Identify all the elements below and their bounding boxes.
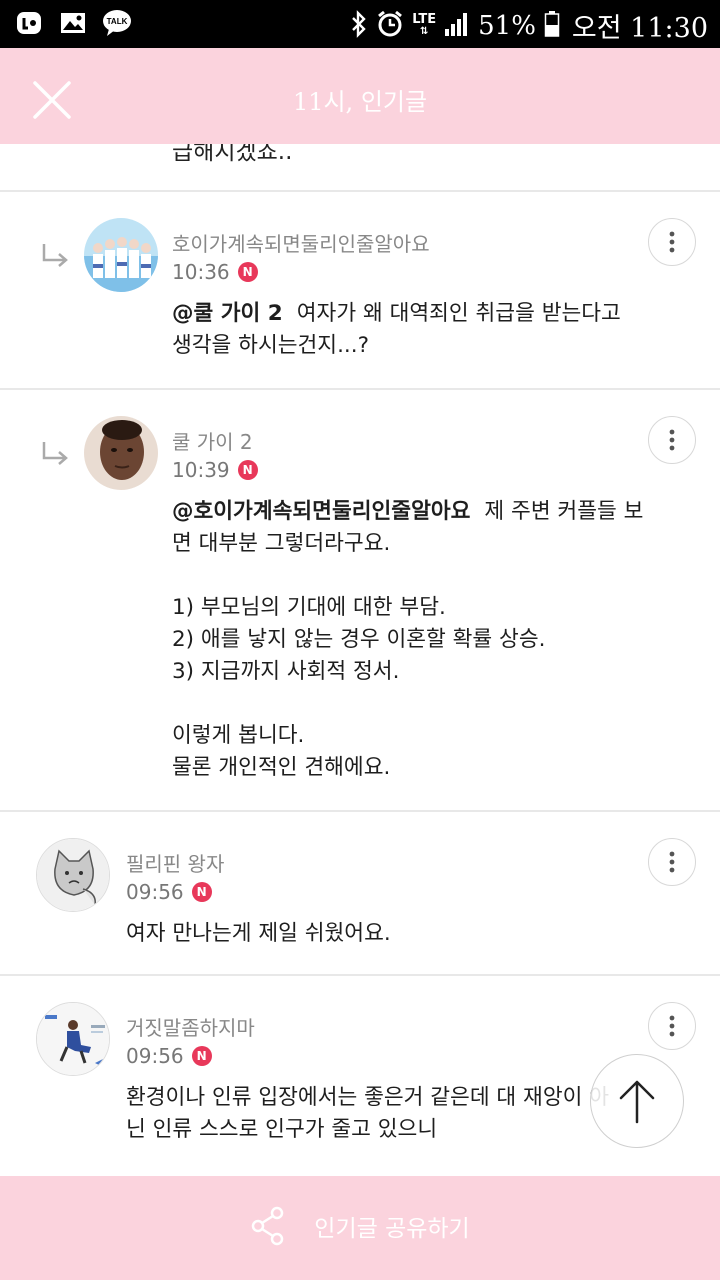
battery-icon — [544, 10, 560, 42]
comment-item: 쿨 가이 2 10:39 N @호이가계속되면둘리인줄알아요 제 주변 커플들 보… — [0, 390, 720, 810]
timestamp: 09:56 — [126, 1044, 184, 1068]
comment-item: 호이가계속되면둘리인줄알아요 10:36 N @쿨 가이 2 여자가 왜 대역죄인… — [0, 192, 720, 388]
comment-text: @쿨 가이 2 여자가 왜 대역죄인 취급을 받는다고 생각을 하시는건지...? — [172, 301, 621, 358]
new-badge: N — [191, 1046, 212, 1066]
avatar[interactable] — [36, 838, 110, 912]
comment-meta: 10:39 N — [172, 458, 258, 482]
svg-text:TALK: TALK — [107, 17, 128, 26]
comment-meta: 10:36 N — [172, 260, 258, 284]
more-vertical-icon — [669, 429, 675, 451]
comment-meta: 09:56 N — [126, 1044, 212, 1068]
bluetooth-icon — [350, 9, 368, 42]
network-type: LTE ⇅ — [412, 11, 437, 37]
avatar[interactable] — [84, 218, 158, 292]
mention[interactable]: @호이가계속되면둘리인줄알아요 — [172, 499, 470, 524]
comment-meta: 09:56 N — [126, 880, 212, 904]
more-vertical-icon — [669, 1015, 675, 1037]
comment-text: 여자 만나는게 제일 쉬웠어요. — [126, 921, 391, 946]
timestamp: 09:56 — [126, 880, 184, 904]
page-title: 11시, 인기글 — [292, 88, 428, 116]
username[interactable]: 호이가계속되면둘리인줄알아요 — [172, 228, 430, 257]
username[interactable]: 거짓말좀하지마 — [126, 1012, 255, 1041]
scroll-to-top-button[interactable] — [590, 1054, 684, 1148]
more-options-button[interactable] — [648, 416, 696, 464]
talk-icon: TALK — [102, 8, 132, 38]
new-badge: N — [237, 460, 258, 480]
reply-arrow-icon — [40, 440, 70, 470]
comment-text: @호이가계속되면둘리인줄알아요 제 주변 커플들 보 면 대부분 그렇더라구요. … — [172, 499, 644, 780]
gallery-icon — [58, 8, 88, 38]
timestamp: 10:36 — [172, 260, 230, 284]
username[interactable]: 필리핀 왕자 — [126, 848, 224, 877]
status-bar: TALK LTE ⇅ 51% 오전 11:30 — [0, 0, 720, 48]
previous-comment-fragment: 급해지겠죠.. — [172, 144, 293, 165]
reply-arrow-icon — [40, 242, 70, 272]
avatar[interactable] — [84, 416, 158, 490]
more-vertical-icon — [669, 851, 675, 873]
comment-list[interactable]: 급해지겠죠.. 호이가계속되면둘리인줄알아요 10:36 N @쿨 가이 2 여자… — [0, 144, 720, 1176]
new-badge: N — [191, 882, 212, 902]
username[interactable]: 쿨 가이 2 — [172, 426, 253, 455]
share-button[interactable]: 인기글 공유하기 — [0, 1206, 720, 1246]
battery-percent: 51% — [478, 10, 536, 41]
mention[interactable]: @쿨 가이 2 — [172, 301, 283, 326]
more-options-button[interactable] — [648, 1002, 696, 1050]
share-bar[interactable]: 인기글 공유하기 — [0, 1176, 720, 1280]
share-label: 인기글 공유하기 — [314, 1216, 470, 1242]
new-badge: N — [237, 262, 258, 282]
more-vertical-icon — [669, 231, 675, 253]
more-options-button[interactable] — [648, 838, 696, 886]
share-icon — [252, 1206, 284, 1246]
top-bar: 11시, 인기글 — [0, 48, 720, 144]
timestamp: 10:39 — [172, 458, 230, 482]
alarm-icon — [376, 10, 404, 42]
arrow-up-icon — [619, 1080, 655, 1124]
avatar[interactable] — [36, 1002, 110, 1076]
more-options-button[interactable] — [648, 218, 696, 266]
kakao-icon — [14, 8, 44, 38]
signal-icon — [444, 11, 470, 41]
clock: 오전 11:30 — [571, 13, 708, 44]
comment-item: 필리핀 왕자 09:56 N 여자 만나는게 제일 쉬웠어요. — [0, 812, 720, 974]
